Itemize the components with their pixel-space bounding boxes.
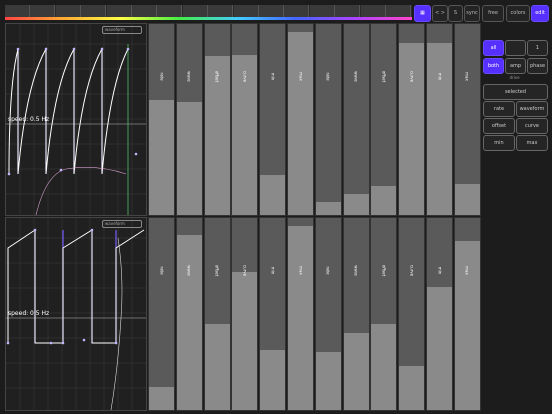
param-slider[interactable]: min — [259, 23, 287, 216]
slider-label: offset — [214, 264, 220, 277]
free-button[interactable]: free — [482, 5, 504, 22]
slider-track — [204, 24, 230, 57]
param-slider[interactable]: rate — [148, 23, 175, 216]
slider-track — [260, 24, 286, 175]
param-slider[interactable]: curve — [231, 217, 259, 411]
slider-label: wave — [353, 71, 359, 82]
slider-track — [232, 24, 258, 55]
param-slider[interactable]: curve — [398, 217, 426, 411]
param-slider[interactable]: wave — [342, 23, 370, 216]
param-slider[interactable]: min — [426, 217, 453, 411]
colors-button[interactable]: colors — [506, 5, 530, 22]
slider-label: offset — [214, 70, 220, 83]
param-slider[interactable]: max — [287, 23, 314, 216]
slider-label: wave — [186, 71, 192, 82]
slider-track — [288, 218, 313, 226]
slider-label: curve — [409, 264, 415, 277]
param-slider[interactable]: wave — [175, 23, 203, 216]
sync-mid-button[interactable] — [505, 40, 526, 56]
slider-track — [399, 218, 425, 366]
slider-label: curve — [409, 70, 415, 83]
slider-label: rate — [325, 266, 331, 275]
slider-label: wave — [353, 265, 359, 276]
param-slider[interactable]: max — [287, 217, 314, 411]
slider-label: offset — [381, 70, 387, 83]
slider-track — [454, 218, 480, 242]
slider-label: max — [298, 72, 303, 81]
waveform-dropdown-1[interactable]: waveform — [102, 26, 142, 34]
slider-track — [315, 24, 341, 202]
sync-all-button[interactable]: all — [483, 40, 504, 56]
param-slider[interactable]: max — [453, 23, 481, 216]
slider-label: curve — [242, 264, 248, 277]
param-slider[interactable]: rate — [314, 217, 342, 411]
slider-track — [260, 218, 286, 351]
param-slider[interactable]: min — [259, 217, 287, 411]
mode-amp-button[interactable]: amp — [505, 58, 526, 74]
lfo-panel-1[interactable]: speed: 0.5 Hz waveform — [5, 23, 147, 216]
slider-track — [399, 24, 425, 44]
slider-track — [149, 218, 174, 387]
slider-track — [371, 24, 397, 187]
param-slider[interactable]: offset — [203, 23, 231, 216]
param-slider[interactable]: rate — [314, 23, 342, 216]
slider-track — [176, 24, 202, 103]
slider-track — [343, 24, 369, 194]
param-slider[interactable]: max — [453, 217, 481, 411]
slider-label: curve — [242, 70, 248, 83]
slider-label: max — [464, 266, 470, 275]
mode-both-button[interactable]: both — [483, 58, 504, 74]
param-slider[interactable]: curve — [398, 23, 426, 216]
grid-icon: ▦ — [420, 10, 425, 16]
param-waveform-button[interactable]: waveform — [516, 101, 548, 117]
slider-track — [427, 24, 452, 44]
param-slider[interactable]: wave — [175, 217, 203, 411]
sync-button[interactable]: sync — [464, 5, 480, 22]
edit-button[interactable]: edit — [531, 5, 549, 22]
lfo-panel-2[interactable]: speed: 0.5 Hz waveform — [5, 217, 147, 411]
param-rate-button[interactable]: rate — [483, 101, 515, 117]
slider-label: min — [270, 72, 276, 81]
param-max-button[interactable]: max — [516, 135, 548, 151]
param-slider[interactable]: curve — [231, 23, 259, 216]
mode-phase-button[interactable]: phase — [527, 58, 548, 74]
lfo-speed-label-2: speed: 0.5 Hz — [8, 310, 50, 317]
slider-track — [288, 24, 313, 32]
param-slider[interactable]: min — [426, 23, 453, 216]
slider-label: min — [270, 266, 276, 275]
param-slider[interactable]: offset — [203, 217, 231, 411]
lfo-speed-label-1: speed: 0.5 Hz — [8, 116, 50, 123]
slider-track — [427, 218, 452, 288]
slider-label: rate — [159, 266, 164, 275]
param-slider[interactable]: offset — [370, 23, 398, 216]
slider-label: rate — [159, 72, 164, 81]
param-offset-button[interactable]: offset — [483, 118, 515, 134]
param-slider[interactable]: wave — [342, 217, 370, 411]
mode-caption: drive — [509, 75, 520, 80]
slider-label: min — [437, 72, 442, 81]
prev-next-button[interactable]: < > — [432, 5, 448, 22]
slider-label: offset — [381, 264, 387, 277]
slider-track — [149, 24, 174, 101]
slider-track — [176, 218, 202, 236]
slider-label: max — [298, 266, 303, 275]
sync-one-button[interactable]: 1 — [527, 40, 548, 56]
slider-track — [232, 218, 258, 272]
param-slider[interactable]: rate — [148, 217, 175, 411]
color-bar — [5, 17, 412, 20]
slider-label: max — [464, 72, 470, 81]
slider-track — [454, 24, 480, 185]
slider-track — [315, 218, 341, 353]
param-slider[interactable]: offset — [370, 217, 398, 411]
s-button[interactable]: S — [448, 5, 463, 22]
waveform-dropdown-2[interactable]: waveform — [102, 220, 142, 228]
slider-label: min — [437, 266, 442, 275]
selected-button[interactable]: selected — [483, 84, 548, 100]
grid-toggle-button[interactable]: ▦ — [414, 5, 431, 22]
slider-label: wave — [186, 265, 192, 276]
slider-label: rate — [325, 72, 331, 81]
param-min-button[interactable]: min — [483, 135, 515, 151]
param-curve-button[interactable]: curve — [516, 118, 548, 134]
